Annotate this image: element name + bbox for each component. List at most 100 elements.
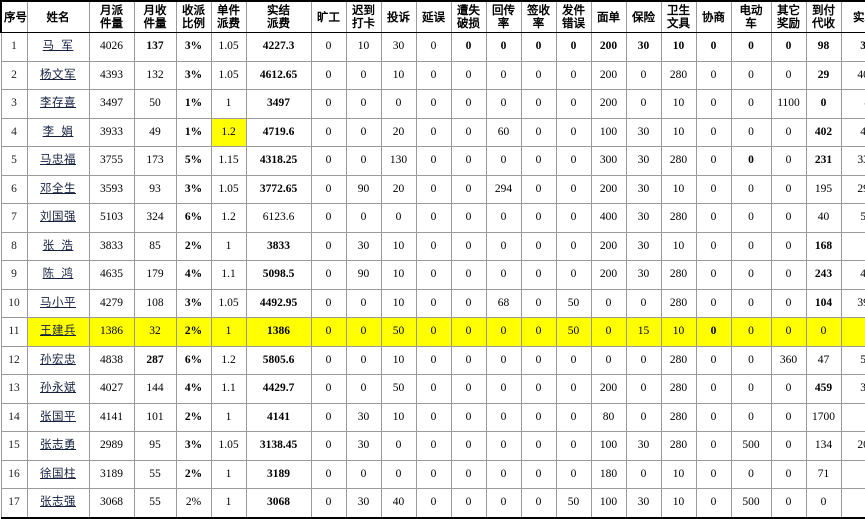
cell-ratio[interactable]: 6% <box>176 346 211 375</box>
cell-sanitary[interactable]: 10 <box>661 318 696 347</box>
cell-sign_rate[interactable]: 0 <box>521 33 556 62</box>
cell-negotiate[interactable]: 0 <box>696 232 731 261</box>
cell-late[interactable]: 30 <box>346 489 381 518</box>
column-header-delay[interactable]: 延误 <box>416 1 451 33</box>
cell-net_pay[interactable]: 4387 <box>841 90 865 119</box>
cell-unit_fee[interactable]: 1 <box>211 90 246 119</box>
cell-settle_fee[interactable]: 6123.6 <box>246 204 311 233</box>
cell-net_pay[interactable]: 3849.3 <box>841 33 865 62</box>
cell-idx[interactable]: 1 <box>1 33 27 62</box>
cell-sanitary[interactable]: 280 <box>661 432 696 461</box>
cell-wrong[interactable]: 0 <box>556 261 591 290</box>
cell-other[interactable]: 0 <box>771 118 806 147</box>
cell-send_qty[interactable]: 3933 <box>89 118 134 147</box>
cell-name[interactable]: 李存喜 <box>27 90 89 119</box>
table-row[interactable]: 15张志勇2989953%1.053138.450300000001003028… <box>1 432 865 461</box>
cell-ebike[interactable]: 500 <box>731 489 771 518</box>
cell-lost[interactable]: 0 <box>451 460 486 489</box>
cell-waybill[interactable]: 200 <box>591 33 626 62</box>
cell-delay[interactable]: 0 <box>416 375 451 404</box>
cell-name[interactable]: 邓全生 <box>27 175 89 204</box>
cell-send_qty[interactable]: 3497 <box>89 90 134 119</box>
cell-absent[interactable]: 0 <box>311 232 346 261</box>
cell-ebike[interactable]: 0 <box>731 33 771 62</box>
cell-complaint[interactable]: 50 <box>381 318 416 347</box>
cell-return_rate[interactable]: 0 <box>486 489 521 518</box>
cell-settle_fee[interactable]: 3068 <box>246 489 311 518</box>
cell-sanitary[interactable]: 10 <box>661 33 696 62</box>
cell-sign_rate[interactable]: 0 <box>521 90 556 119</box>
cell-waybill[interactable]: 0 <box>591 318 626 347</box>
cell-absent[interactable]: 0 <box>311 460 346 489</box>
cell-net_pay[interactable]: 2928 <box>841 460 865 489</box>
cell-name[interactable]: 马小平 <box>27 289 89 318</box>
cell-wrong[interactable]: 0 <box>556 403 591 432</box>
cell-wrong[interactable]: 0 <box>556 460 591 489</box>
column-header-insurance[interactable]: 保险 <box>626 1 661 33</box>
cell-settle_fee[interactable]: 4612.65 <box>246 61 311 90</box>
cell-wrong[interactable]: 50 <box>556 289 591 318</box>
cell-cod[interactable]: 98 <box>806 33 841 62</box>
cell-late[interactable]: 0 <box>346 204 381 233</box>
cell-sanitary[interactable]: 10 <box>661 460 696 489</box>
cell-wrong[interactable]: 50 <box>556 318 591 347</box>
cell-ebike[interactable]: 0 <box>731 261 771 290</box>
cell-lost[interactable]: 0 <box>451 61 486 90</box>
cell-recv_qty[interactable]: 173 <box>134 147 176 176</box>
column-header-net_pay[interactable]: 实发工资 <box>841 1 865 33</box>
cell-name[interactable]: 刘国强 <box>27 204 89 233</box>
cell-sign_rate[interactable]: 0 <box>521 460 556 489</box>
cell-unit_fee[interactable]: 1.05 <box>211 61 246 90</box>
cell-late[interactable]: 0 <box>346 460 381 489</box>
cell-sanitary[interactable]: 280 <box>661 346 696 375</box>
cell-wrong[interactable]: 0 <box>556 147 591 176</box>
cell-delay[interactable]: 0 <box>416 204 451 233</box>
cell-net_pay[interactable]: 3385 <box>841 232 865 261</box>
column-header-sign_rate[interactable]: 签收率 <box>521 1 556 33</box>
table-row[interactable]: 3李存喜3497501%1349700000000200010001100043… <box>1 90 865 119</box>
cell-negotiate[interactable]: 0 <box>696 289 731 318</box>
cell-delay[interactable]: 0 <box>416 346 451 375</box>
cell-settle_fee[interactable]: 3497 <box>246 90 311 119</box>
cell-absent[interactable]: 0 <box>311 261 346 290</box>
cell-late[interactable]: 30 <box>346 432 381 461</box>
cell-cod[interactable]: 168 <box>806 232 841 261</box>
cell-ratio[interactable]: 2% <box>176 232 211 261</box>
cell-sign_rate[interactable]: 0 <box>521 375 556 404</box>
cell-complaint[interactable]: 10 <box>381 61 416 90</box>
cell-settle_fee[interactable]: 4318.25 <box>246 147 311 176</box>
table-body[interactable]: 1马 军40261373%1.054227.301030000002003010… <box>1 33 865 518</box>
cell-idx[interactable]: 4 <box>1 118 27 147</box>
cell-absent[interactable]: 0 <box>311 33 346 62</box>
cell-absent[interactable]: 0 <box>311 289 346 318</box>
cell-settle_fee[interactable]: 4492.95 <box>246 289 311 318</box>
cell-late[interactable]: 30 <box>346 232 381 261</box>
cell-insurance[interactable]: 0 <box>626 90 661 119</box>
cell-complaint[interactable]: 0 <box>381 432 416 461</box>
cell-cod[interactable]: 402 <box>806 118 841 147</box>
cell-send_qty[interactable]: 5103 <box>89 204 134 233</box>
cell-other[interactable]: 360 <box>771 346 806 375</box>
cell-delay[interactable]: 0 <box>416 147 451 176</box>
cell-return_rate[interactable]: 68 <box>486 289 521 318</box>
cell-late[interactable]: 0 <box>346 318 381 347</box>
column-header-wrong[interactable]: 发件错误 <box>556 1 591 33</box>
cell-late[interactable]: 10 <box>346 33 381 62</box>
column-header-ratio[interactable]: 收派比例 <box>176 1 211 33</box>
cell-sanitary[interactable]: 10 <box>661 90 696 119</box>
cell-absent[interactable]: 0 <box>311 375 346 404</box>
cell-name[interactable]: 马忠福 <box>27 147 89 176</box>
cell-net_pay[interactable]: 5828.6 <box>841 346 865 375</box>
column-header-waybill[interactable]: 面单 <box>591 1 626 33</box>
cell-late[interactable]: 0 <box>346 147 381 176</box>
cell-late[interactable]: 90 <box>346 261 381 290</box>
cell-recv_qty[interactable]: 32 <box>134 318 176 347</box>
cell-unit_fee[interactable]: 1.15 <box>211 147 246 176</box>
cell-recv_qty[interactable]: 95 <box>134 432 176 461</box>
cell-sanitary[interactable]: 10 <box>661 232 696 261</box>
cell-wrong[interactable]: 0 <box>556 118 591 147</box>
table-row[interactable]: 5马忠福37551735%1.154318.250013000000300302… <box>1 147 865 176</box>
cell-return_rate[interactable]: 0 <box>486 460 521 489</box>
cell-unit_fee[interactable]: 1 <box>211 460 246 489</box>
cell-name[interactable]: 孙永斌 <box>27 375 89 404</box>
